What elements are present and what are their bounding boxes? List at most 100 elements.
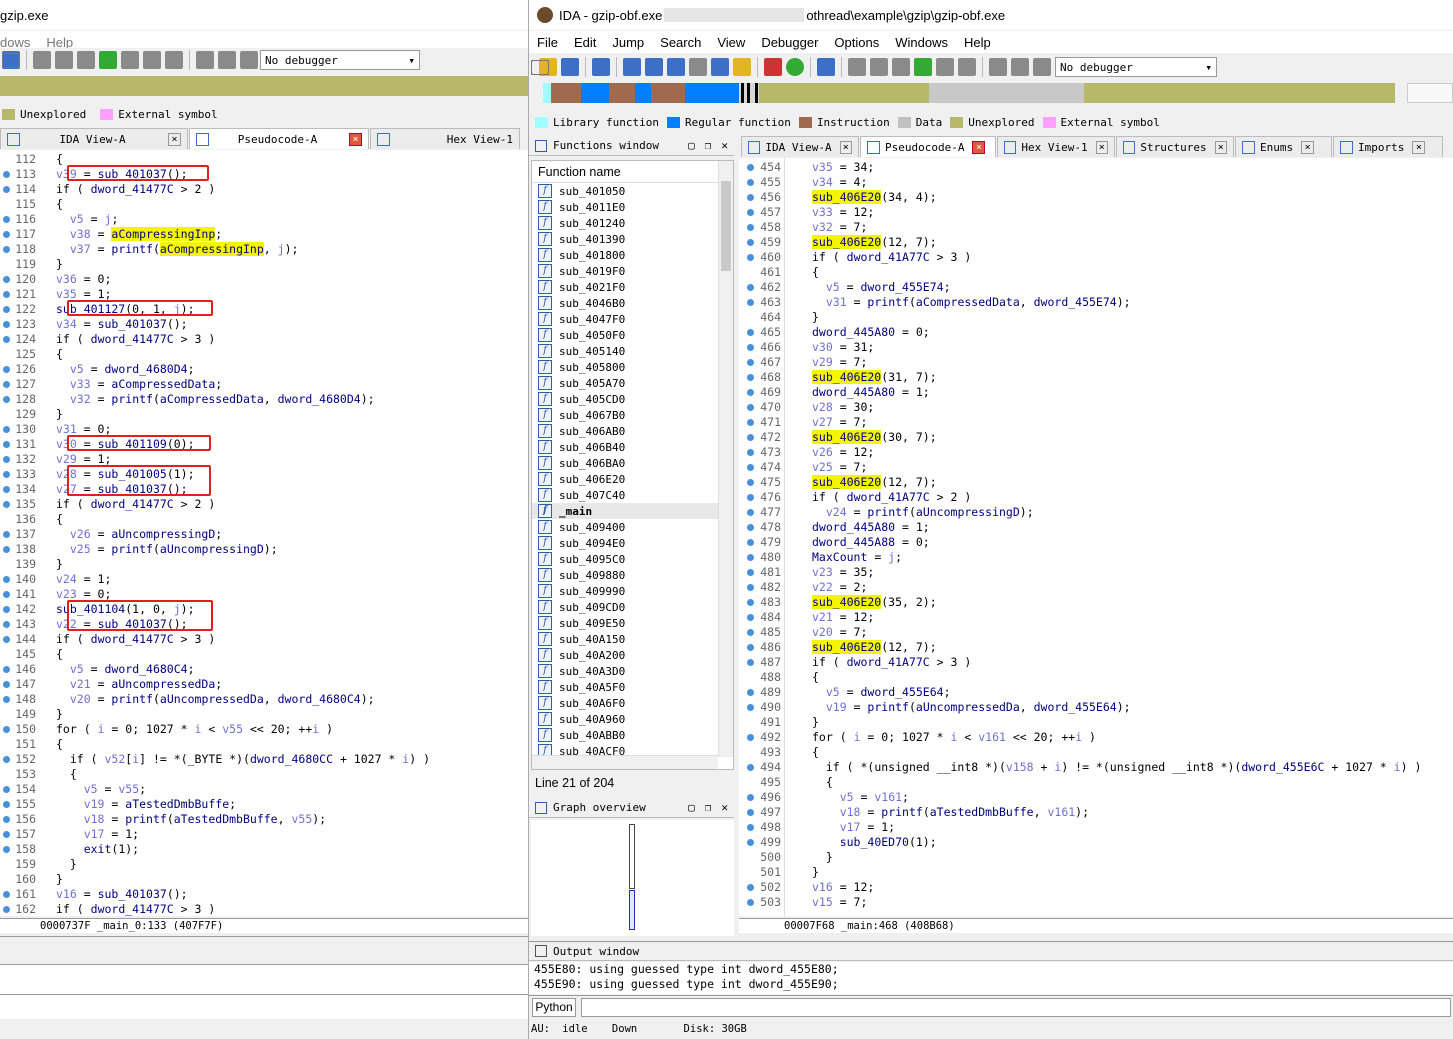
function-list-item[interactable]: f sub_401390	[532, 231, 733, 247]
code-line[interactable]: 461 {	[739, 265, 1453, 280]
code-line[interactable]: 149}	[0, 707, 528, 722]
restore-icon[interactable]: ❐	[705, 139, 712, 152]
breakpoint-dot-icon[interactable]	[747, 839, 754, 846]
code-line[interactable]: 464}	[739, 310, 1453, 325]
breakpoint-dot-icon[interactable]	[3, 366, 10, 373]
function-list-item[interactable]: f sub_405800	[532, 359, 733, 375]
breakpoint-dot-icon[interactable]	[3, 681, 10, 688]
function-list-item[interactable]: f sub_40A6F0	[532, 695, 733, 711]
function-list-item[interactable]: f sub_4011E0	[532, 199, 733, 215]
patch-icon[interactable]	[121, 51, 139, 69]
code-line[interactable]: 486 sub_406E20(12, 7);	[739, 640, 1453, 655]
code-line[interactable]: 136 {	[0, 512, 528, 527]
breakpoint-dot-icon[interactable]	[3, 696, 10, 703]
breakpoint-dot-icon[interactable]	[747, 329, 754, 336]
breakpoint-dot-icon[interactable]	[747, 404, 754, 411]
code-line[interactable]: 488 {	[739, 670, 1453, 685]
code-line[interactable]: 116 v5 = j;	[0, 212, 528, 227]
breakpoint-dot-icon[interactable]	[747, 734, 754, 741]
function-list-item[interactable]: f sub_406B40	[532, 439, 733, 455]
close-icon[interactable]: ×	[1412, 140, 1426, 154]
menu-view[interactable]: View	[717, 35, 745, 50]
breakpoint-dot-icon[interactable]	[747, 164, 754, 171]
function-list-item[interactable]: f sub_407C40	[532, 487, 733, 503]
close-icon[interactable]: ×	[839, 140, 852, 154]
breakpoint-dot-icon[interactable]	[3, 321, 10, 328]
tab-imports[interactable]: Imports ×	[1333, 136, 1443, 157]
breakpoint-dot-icon[interactable]	[747, 689, 754, 696]
code-line[interactable]: 478 dword_445A80 = 1;	[739, 520, 1453, 535]
code-line[interactable]: 468 sub_406E20(31, 7);	[739, 370, 1453, 385]
menu-options[interactable]: Options	[834, 35, 879, 50]
breakpoint-dot-icon[interactable]	[3, 471, 10, 478]
code-line[interactable]: 153 {	[0, 767, 528, 782]
breakpoint-dot-icon[interactable]	[747, 809, 754, 816]
function-list-item[interactable]: f sub_405A70	[532, 375, 733, 391]
graph-overview-canvas[interactable]	[531, 820, 734, 936]
code-line[interactable]: 485 v20 = 7;	[739, 625, 1453, 640]
function-list-item[interactable]: f sub_401800	[532, 247, 733, 263]
menu-help[interactable]: Help	[964, 35, 991, 50]
add-icon[interactable]	[914, 58, 932, 76]
function-list-item[interactable]: f sub_406AB0	[532, 423, 733, 439]
pause-icon[interactable]	[1011, 58, 1029, 76]
forward-arrow-icon[interactable]	[592, 58, 610, 76]
play-icon[interactable]	[196, 51, 214, 69]
data-icon[interactable]	[870, 58, 888, 76]
breakpoint-dot-icon[interactable]	[3, 246, 10, 253]
code-line[interactable]: 138 v25 = printf(aUncompressingD);	[0, 542, 528, 557]
code-icon[interactable]	[33, 51, 51, 69]
close-icon[interactable]: ×	[1301, 140, 1315, 154]
menu-edit[interactable]: Edit	[574, 35, 596, 50]
code-line[interactable]: 119}	[0, 257, 528, 272]
breakpoint-dot-icon[interactable]	[3, 336, 10, 343]
tab-ida-view-a[interactable]: IDA View-A ×	[0, 128, 188, 149]
breakpoint-dot-icon[interactable]	[747, 599, 754, 606]
tab-hex-view-1[interactable]: Hex View-1 ×	[997, 136, 1115, 157]
code-line[interactable]: 474 v25 = 7;	[739, 460, 1453, 475]
immediate-search-icon[interactable]	[667, 58, 685, 76]
code-line[interactable]: 479 dword_445A88 = 0;	[739, 535, 1453, 550]
code-line[interactable]: 118 v37 = printf(aCompressingInp, j);	[0, 242, 528, 257]
breakpoint-dot-icon[interactable]	[747, 494, 754, 501]
function-list-item[interactable]: f _main	[532, 503, 733, 519]
code-line[interactable]: 500 }	[739, 850, 1453, 865]
breakpoint-dot-icon[interactable]	[3, 456, 10, 463]
left-pseudocode-view[interactable]: 112{113 v39 = sub_401037(); 114 if ( dword_…	[0, 150, 528, 916]
warning-icon[interactable]	[764, 58, 782, 76]
patch-icon[interactable]	[936, 58, 954, 76]
breakpoint-dot-icon[interactable]	[747, 299, 754, 306]
function-list-item[interactable]: f sub_40A200	[532, 647, 733, 663]
breakpoint-dot-icon[interactable]	[747, 794, 754, 801]
code-line[interactable]: 117 v38 = aCompressingInp;	[0, 227, 528, 242]
code-line[interactable]: 137 v26 = aUncompressingD;	[0, 527, 528, 542]
code-line[interactable]: 161 v16 = sub_401037();	[0, 887, 528, 902]
breakpoint-dot-icon[interactable]	[747, 764, 754, 771]
right-pseudocode-view[interactable]: 454 v35 = 34; 455 v34 = 4; 456 sub_406E20(34,…	[739, 158, 1453, 916]
mark-icon[interactable]	[733, 58, 751, 76]
breakpoint-dot-icon[interactable]	[747, 464, 754, 471]
breakpoint-dot-icon[interactable]	[3, 831, 10, 838]
tab-pseudocode-a[interactable]: Pseudocode-A ×	[189, 128, 369, 149]
breakpoint-dot-icon[interactable]	[3, 636, 10, 643]
code-line[interactable]: 476 if ( dword_41A77C > 2 )	[739, 490, 1453, 505]
maximize-icon[interactable]: ▢	[688, 139, 695, 152]
code-line[interactable]: 490 v19 = printf(aUncompressedDa, dword_…	[739, 700, 1453, 715]
code-line[interactable]: 477 v24 = printf(aUncompressingD);	[739, 505, 1453, 520]
breakpoint-dot-icon[interactable]	[3, 621, 10, 628]
function-list-item[interactable]: f sub_40A150	[532, 631, 733, 647]
breakpoint-dot-icon[interactable]	[747, 824, 754, 831]
code-line[interactable]: 469 dword_445A80 = 1;	[739, 385, 1453, 400]
code-line[interactable]: 155 v19 = aTestedDmbBuffe;	[0, 797, 528, 812]
breakpoint-dot-icon[interactable]	[3, 801, 10, 808]
code-line[interactable]: 483 sub_406E20(35, 2);	[739, 595, 1453, 610]
code-line[interactable]: 140 v24 = 1;	[0, 572, 528, 587]
menu-jump[interactable]: Jump	[612, 35, 644, 50]
function-list-item[interactable]: f sub_4095C0	[532, 551, 733, 567]
function-list-item[interactable]: f sub_40A960	[532, 711, 733, 727]
functions-column-header[interactable]: Function name	[532, 161, 733, 183]
function-list-item[interactable]: f sub_405CD0	[532, 391, 733, 407]
breakpoint-dot-icon[interactable]	[747, 284, 754, 291]
code-line[interactable]: 157 v17 = 1;	[0, 827, 528, 842]
code-line[interactable]: 470 v28 = 30;	[739, 400, 1453, 415]
